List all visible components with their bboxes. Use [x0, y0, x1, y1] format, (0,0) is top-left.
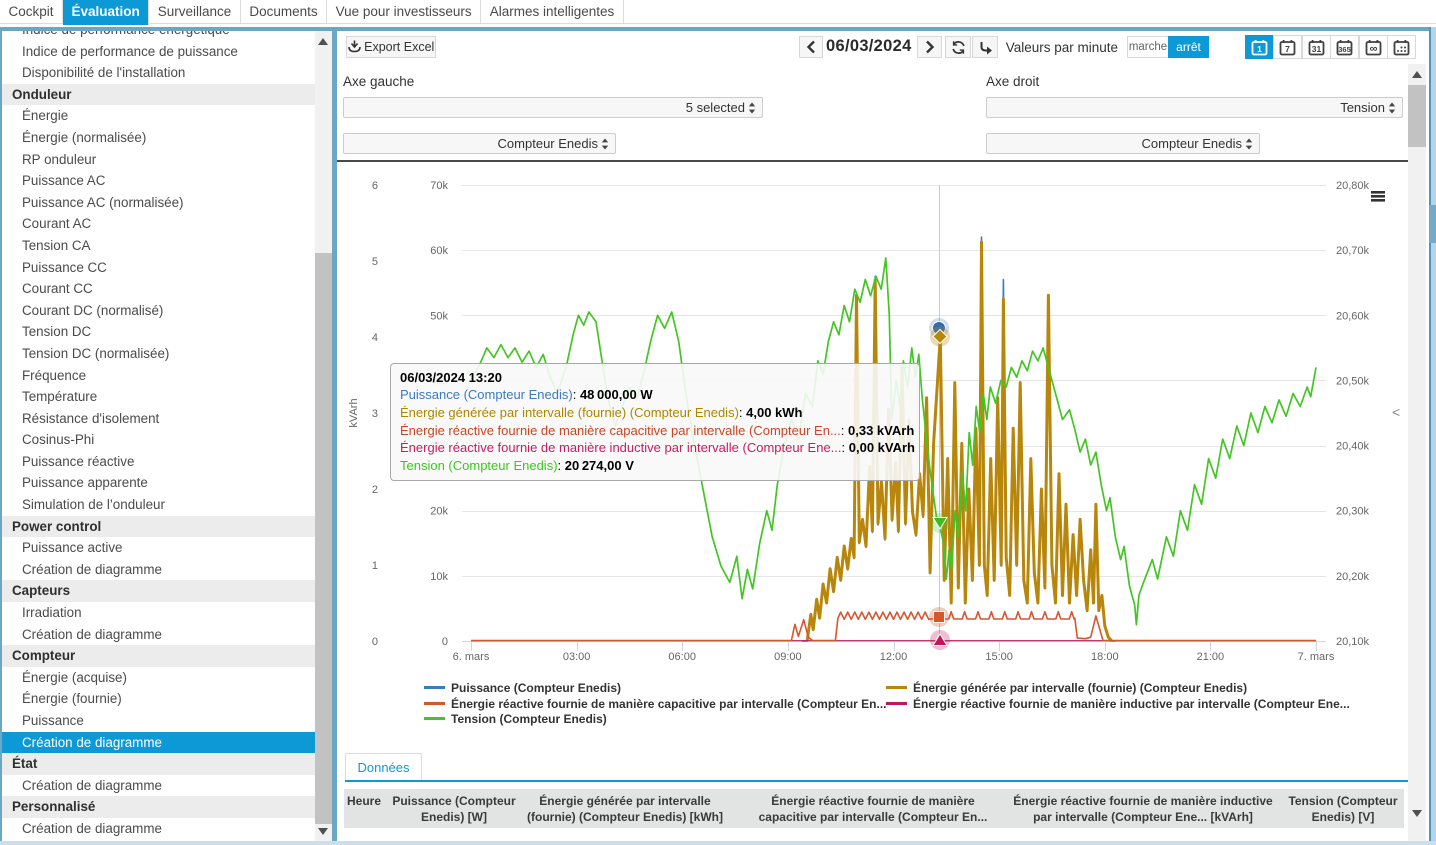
svg-text:365: 365	[1338, 45, 1351, 54]
svg-text:1: 1	[1257, 44, 1262, 54]
svg-text:31: 31	[1312, 44, 1322, 54]
svg-text:∞: ∞	[1370, 43, 1378, 55]
svg-text:7: 7	[1285, 44, 1290, 54]
